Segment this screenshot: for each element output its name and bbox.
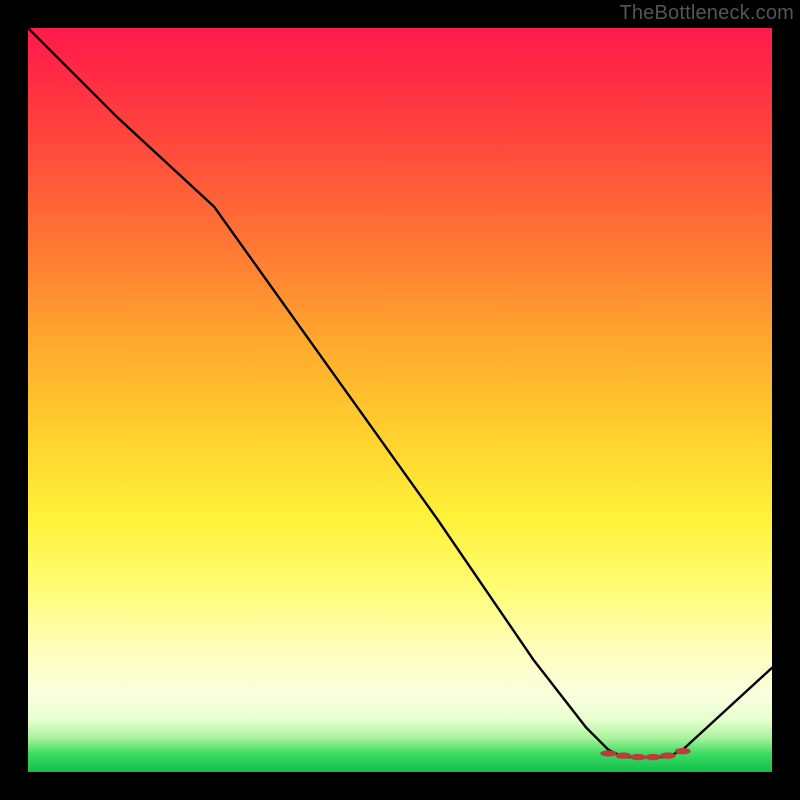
curve-line xyxy=(28,28,772,757)
optimum-marker xyxy=(645,754,661,760)
optimum-markers xyxy=(600,748,690,760)
optimum-marker xyxy=(615,752,631,758)
optimum-marker xyxy=(660,752,676,758)
attribution-text: TheBottleneck.com xyxy=(619,2,794,25)
plot-area xyxy=(28,28,772,772)
chart-frame: TheBottleneck.com xyxy=(0,0,800,800)
chart-svg xyxy=(28,28,772,772)
optimum-marker xyxy=(630,754,646,760)
optimum-marker xyxy=(600,750,616,756)
optimum-marker xyxy=(675,748,691,754)
